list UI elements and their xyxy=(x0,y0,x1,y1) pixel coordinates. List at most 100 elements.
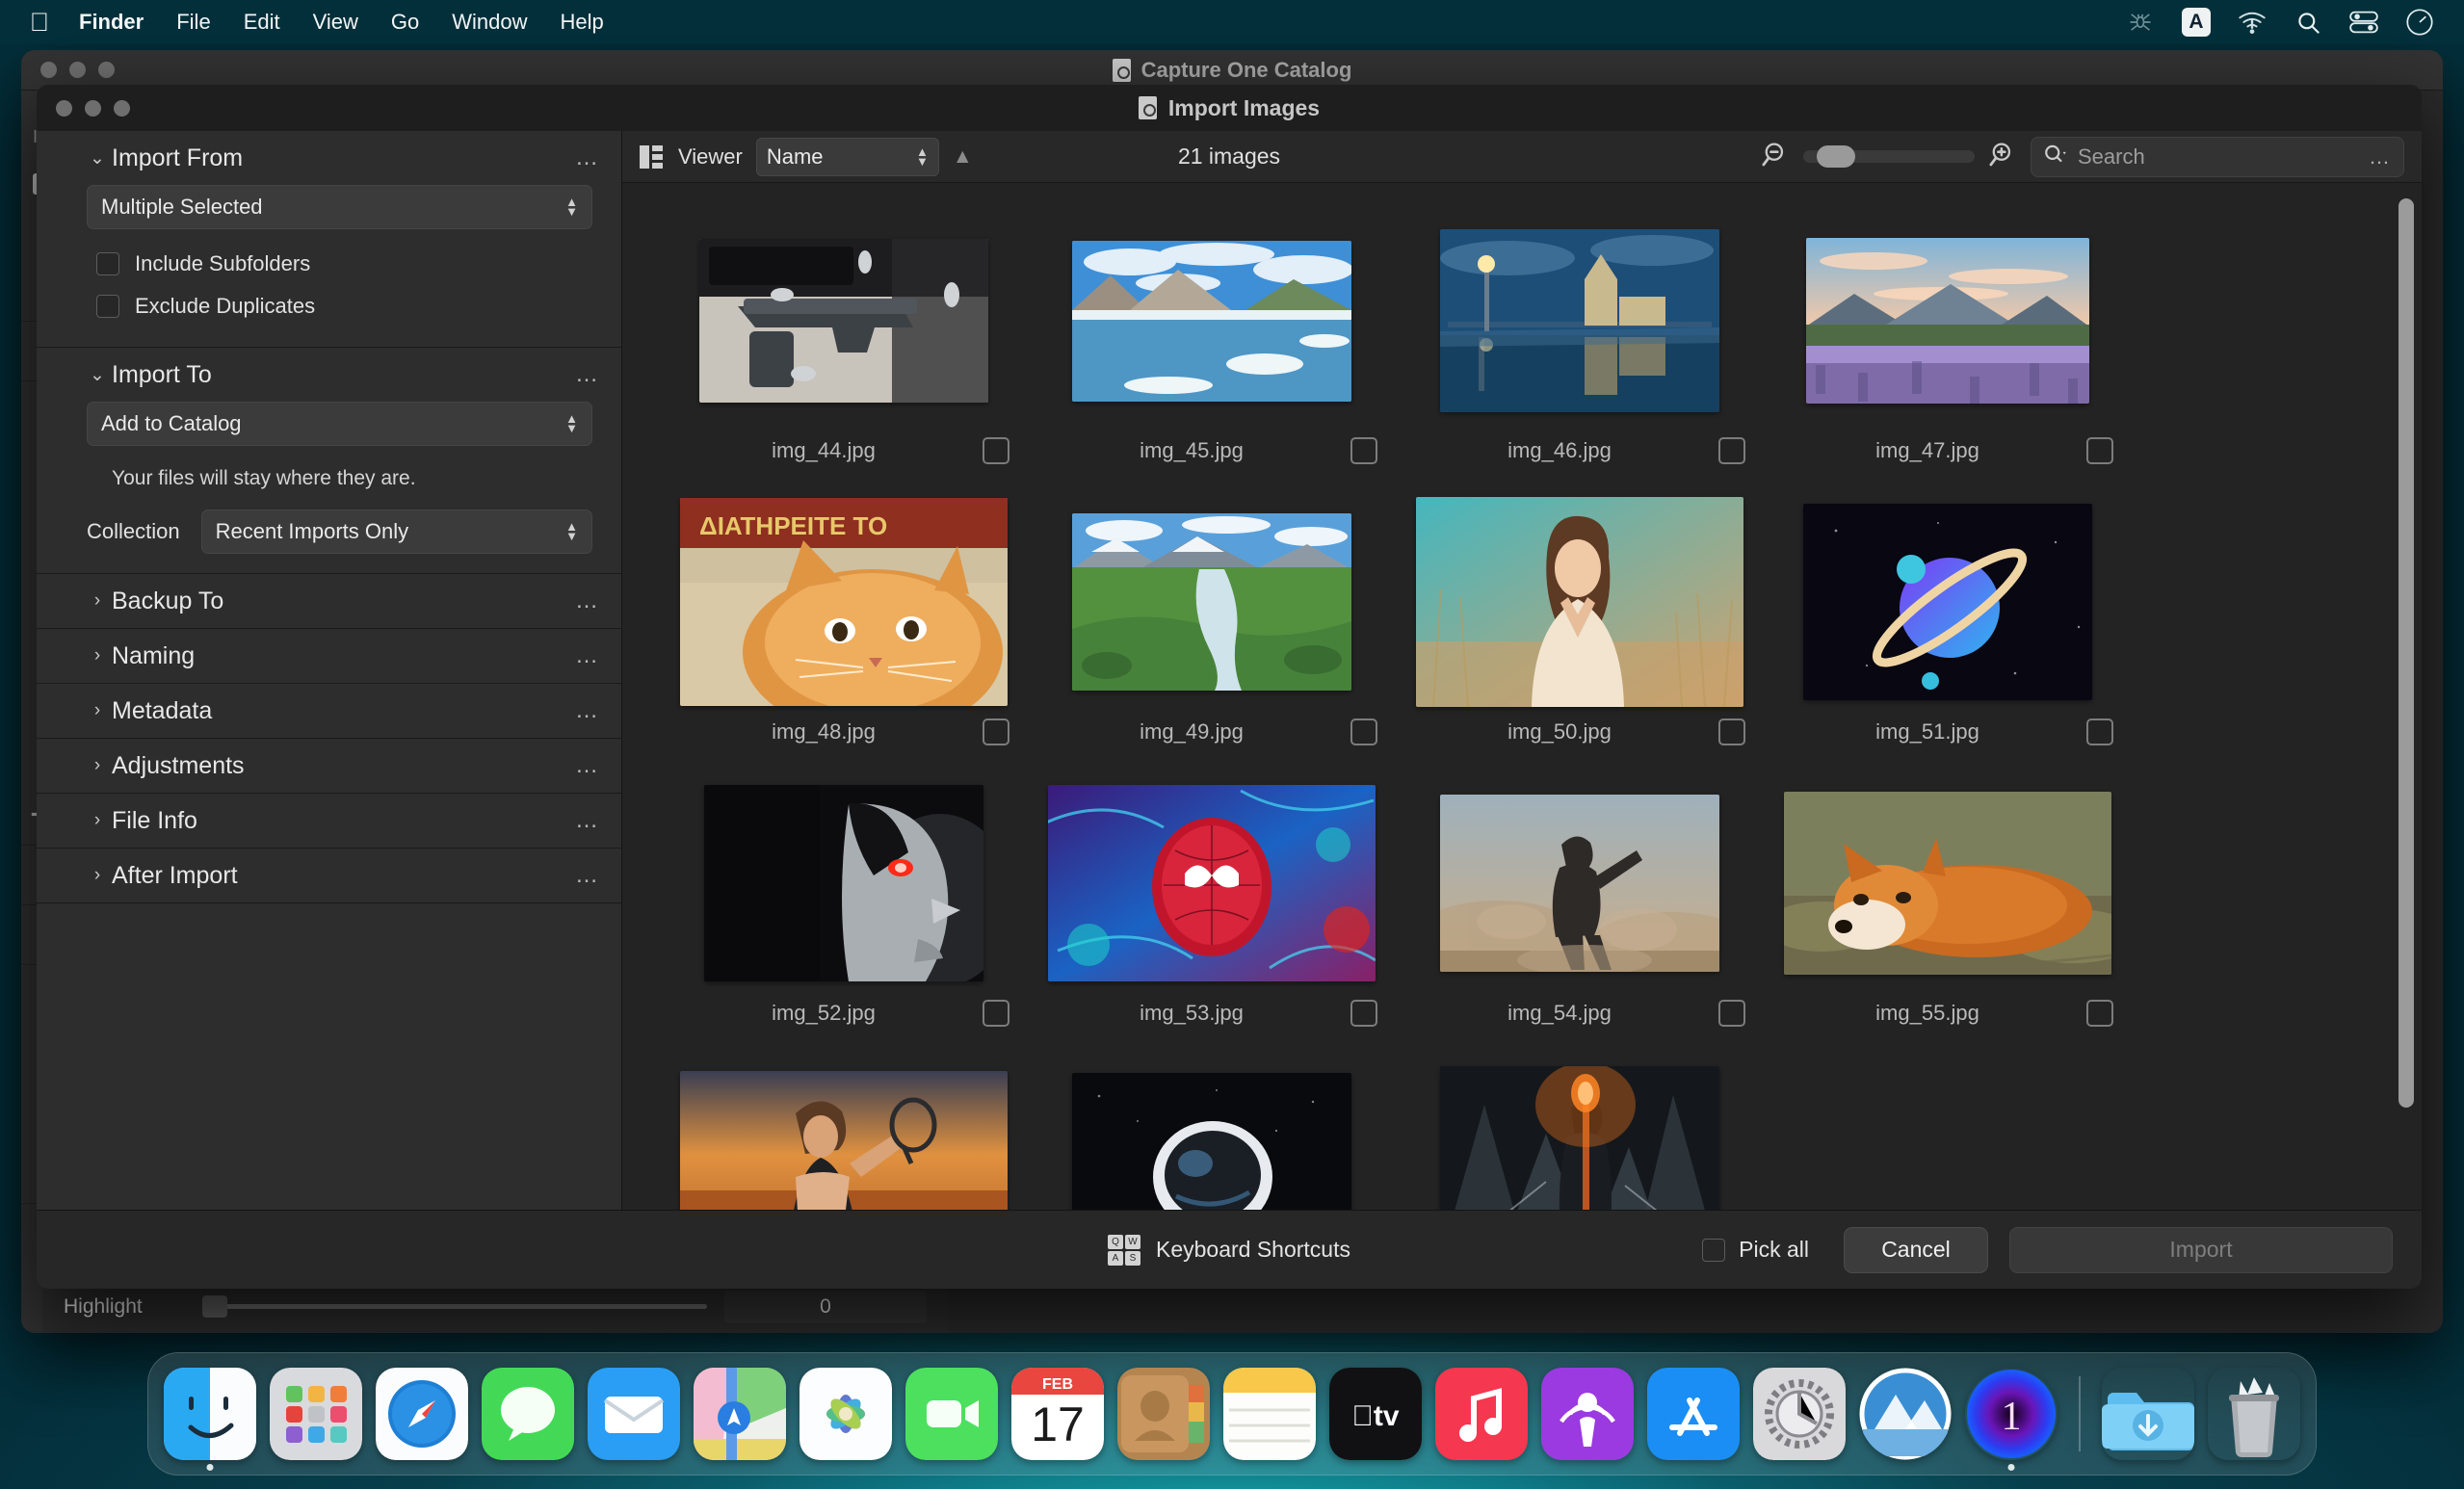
facetime-icon[interactable] xyxy=(905,1368,998,1460)
thumbnail-cell[interactable]: img_51.jpg xyxy=(1769,497,2127,757)
thumbnail-image-img-52[interactable] xyxy=(704,785,983,981)
keyboard-shortcuts-label[interactable]: Keyboard Shortcuts xyxy=(1156,1237,1350,1263)
dock-item-podcasts[interactable] xyxy=(1541,1368,1634,1460)
notes-icon[interactable] xyxy=(1223,1368,1316,1460)
dock-item-finder[interactable] xyxy=(164,1368,256,1471)
viewer-layout-icon[interactable] xyxy=(640,144,665,169)
thumbnail-image-img-50[interactable] xyxy=(1416,497,1743,707)
menu-item-help[interactable]: Help xyxy=(561,10,604,35)
chevron-right-icon[interactable]: › xyxy=(87,755,108,776)
clock-icon[interactable] xyxy=(2397,8,2443,37)
dock-item-system-settings[interactable] xyxy=(1753,1368,1846,1460)
menu-item-edit[interactable]: Edit xyxy=(244,10,280,35)
capture-one-icon[interactable] xyxy=(1859,1368,1952,1460)
section-header-file-info[interactable]: › File Info … xyxy=(37,794,621,848)
dock-item-capture-one[interactable] xyxy=(1859,1368,1952,1460)
thumbnail-cell[interactable]: img_55.jpg xyxy=(1769,778,2127,1038)
pick-checkbox[interactable] xyxy=(1718,1000,1745,1027)
highlight-slider-knob[interactable] xyxy=(202,1295,227,1318)
thumbnail-cell[interactable]: img_50.jpg xyxy=(1401,497,1759,757)
section-header-naming[interactable]: › Naming … xyxy=(37,629,621,683)
thumbnail-cell[interactable]: img_53.jpg xyxy=(1033,778,1391,1038)
thumbnail-cell[interactable]: img_44.jpg xyxy=(665,216,1023,476)
section-header-backup-to[interactable]: › Backup To … xyxy=(37,574,621,628)
safari-icon[interactable] xyxy=(376,1368,468,1460)
dock-item-calendar[interactable]: FEB 17 xyxy=(1011,1368,1104,1460)
section-menu-adjustments[interactable]: … xyxy=(575,754,600,777)
section-menu-file-info[interactable]: … xyxy=(575,809,600,832)
dock-item-messages[interactable] xyxy=(482,1368,574,1460)
pick-all-row[interactable]: Pick all xyxy=(1702,1237,1809,1263)
thumbnail-cell[interactable]: img_49.jpg xyxy=(1033,497,1391,757)
pick-checkbox[interactable] xyxy=(1350,1000,1377,1027)
dock-item-contacts[interactable] xyxy=(1117,1368,1210,1460)
app-store-icon[interactable] xyxy=(1647,1368,1740,1460)
section-menu-import-from[interactable]: … xyxy=(575,146,600,170)
dock-item-launchpad[interactable] xyxy=(270,1368,362,1460)
wifi-alert-icon[interactable] xyxy=(2229,8,2275,37)
control-center-icon[interactable] xyxy=(2341,8,2387,37)
dock-item-photos[interactable] xyxy=(799,1368,892,1460)
keyboard-input-a-icon[interactable]: A xyxy=(2173,8,2219,37)
section-menu-after-import[interactable]: … xyxy=(575,864,600,887)
thumbnail-image-img-45[interactable] xyxy=(1072,240,1351,402)
pick-checkbox[interactable] xyxy=(983,437,1009,464)
section-header-import-from[interactable]: ⌄ Import From … xyxy=(37,131,621,185)
menu-item-window[interactable]: Window xyxy=(452,10,527,35)
pick-checkbox[interactable] xyxy=(1718,437,1745,464)
pick-checkbox[interactable] xyxy=(983,718,1009,745)
pick-all-checkbox[interactable] xyxy=(1702,1238,1726,1262)
chevron-down-icon[interactable]: ⌄ xyxy=(87,147,108,170)
include-subfolders-checkbox[interactable] xyxy=(96,252,119,275)
podcasts-icon[interactable] xyxy=(1541,1368,1634,1460)
pick-checkbox[interactable] xyxy=(1350,437,1377,464)
thumbnail-cell[interactable]: ΔΙΑΤΗΡΕΙΤΕ ΤΟ img_48.jpg xyxy=(665,497,1023,757)
cancel-button[interactable]: Cancel xyxy=(1844,1226,1988,1273)
pick-checkbox[interactable] xyxy=(2086,437,2113,464)
thumbnail-size-slider[interactable] xyxy=(1803,145,1975,168)
chevron-right-icon[interactable]: › xyxy=(87,700,108,721)
thumbnail-cell[interactable]: img_47.jpg xyxy=(1769,216,2127,476)
dock-item-trash[interactable] xyxy=(2208,1368,2300,1460)
highlight-value[interactable]: 0 xyxy=(724,1290,927,1323)
pick-checkbox[interactable] xyxy=(1718,718,1745,745)
sort-select[interactable]: Name ▲ ▼ xyxy=(755,137,939,176)
photos-icon[interactable] xyxy=(799,1368,892,1460)
trash-icon[interactable] xyxy=(2208,1368,2300,1460)
include-subfolders-row[interactable]: Include Subfolders xyxy=(87,243,592,285)
menu-item-file[interactable]: File xyxy=(176,10,210,35)
dock-item-facetime[interactable] xyxy=(905,1368,998,1460)
dock-item-safari[interactable] xyxy=(376,1368,468,1460)
thumbnail-image-img-51[interactable] xyxy=(1803,504,2092,700)
collection-select[interactable]: Recent Imports Only ▲ ▼ xyxy=(200,509,592,554)
dock-item-downloads-folder[interactable] xyxy=(2102,1368,2194,1460)
dock-item-maps[interactable] xyxy=(694,1368,786,1460)
zoom-in-icon[interactable] xyxy=(1988,142,2017,171)
section-menu-import-to[interactable]: … xyxy=(575,363,600,386)
spotlight-search-icon[interactable] xyxy=(2285,8,2331,37)
spider-icon[interactable] xyxy=(2117,8,2163,37)
dock-item-music[interactable] xyxy=(1435,1368,1528,1460)
import-button[interactable]: Import xyxy=(2009,1226,2393,1273)
maps-icon[interactable] xyxy=(694,1368,786,1460)
dock-item-mail[interactable] xyxy=(588,1368,680,1460)
import-source-select[interactable]: Multiple Selected ▲ ▼ xyxy=(87,185,592,229)
exclude-duplicates-row[interactable]: Exclude Duplicates xyxy=(87,285,592,327)
exclude-duplicates-checkbox[interactable] xyxy=(96,295,119,318)
chevron-right-icon[interactable]: › xyxy=(87,810,108,831)
thumbnail-image-img-44[interactable] xyxy=(699,239,988,403)
downloads-folder-icon[interactable] xyxy=(2102,1368,2194,1460)
apple-tv-icon[interactable]: tv xyxy=(1329,1368,1422,1460)
menu-item-go[interactable]: Go xyxy=(391,10,419,35)
section-menu-metadata[interactable]: … xyxy=(575,699,600,722)
music-icon[interactable] xyxy=(1435,1368,1528,1460)
thumbnail-image-img-54[interactable] xyxy=(1440,795,1719,972)
messages-icon[interactable] xyxy=(482,1368,574,1460)
viewer-label[interactable]: Viewer xyxy=(678,144,743,170)
search-field[interactable]: Search … xyxy=(2031,136,2404,177)
thumbnail-cell[interactable]: img_52.jpg xyxy=(665,778,1023,1038)
section-header-import-to[interactable]: ⌄ Import To … xyxy=(37,348,621,402)
dock-item-apple-tv[interactable]: tv xyxy=(1329,1368,1422,1460)
thumbnail-cell[interactable]: img_54.jpg xyxy=(1401,778,1759,1038)
thumbnail-cell[interactable]: img_58.jpg xyxy=(1401,1059,1759,1210)
